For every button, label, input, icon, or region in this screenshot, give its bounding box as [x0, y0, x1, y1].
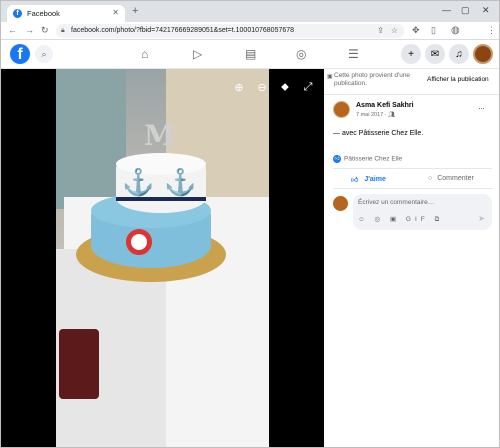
browser-toolbar: ← → ↻ 🔒︎ facebook.com/photo/?fbid=742176… — [1, 22, 499, 40]
maximize-icon[interactable]: ▢ — [461, 5, 470, 16]
facebook-header: f ⌕ ⌂ ▷ ▤ ◎ ☰ + ✉ ♫ — [1, 40, 499, 69]
back-icon[interactable]: ← — [8, 25, 17, 35]
post-date-text: 7 mai 2017 · — [356, 112, 389, 118]
emoji-icon[interactable]: ◎ — [374, 216, 384, 223]
lifebuoy-icon — [126, 229, 152, 255]
zoom-out-icon[interactable]: ⊖ — [254, 79, 270, 95]
sticker-icon[interactable]: ☺ — [358, 216, 369, 223]
menu-icon[interactable]: ☰ — [348, 47, 359, 61]
photo-viewer: ⚓ ⚓ M ⊕ ⊖ ⬥ ⤢ — [1, 69, 324, 447]
watch-icon[interactable]: ▷ — [193, 47, 202, 61]
browser-tab[interactable]: f Facebook ✕ — [7, 5, 125, 22]
zoom-in-icon[interactable]: ⊕ — [231, 79, 247, 95]
show-publication-link[interactable]: Afficher la publication — [427, 76, 489, 83]
friends-icon: 👥︎ — [388, 112, 396, 118]
divider — [333, 168, 492, 169]
home-icon[interactable]: ⌂ — [141, 47, 148, 61]
photo-cake-topper: M — [144, 119, 175, 152]
comment-icon: ○ — [428, 175, 433, 182]
like-reaction-icon: 👍︎ — [333, 155, 341, 163]
address-bar[interactable]: 🔒︎ facebook.com/photo/?fbid=742176669289… — [56, 24, 404, 38]
send-icon[interactable]: ➤ — [478, 214, 485, 223]
forward-icon[interactable]: → — [25, 25, 34, 35]
facebook-logo[interactable]: f — [10, 44, 30, 64]
sidebar-icon[interactable]: ▯ — [431, 25, 436, 36]
window-close-icon[interactable]: ✕ — [482, 5, 490, 16]
reload-icon[interactable]: ↻ — [41, 25, 49, 36]
tab-strip: f Facebook ✕ + — ▢ ✕ — [1, 1, 499, 22]
post-date[interactable]: 7 mai 2017 · 👥︎ — [356, 112, 395, 118]
info-icon: ▣ — [327, 74, 333, 80]
avatar-sticker-icon[interactable]: ⧉ — [435, 216, 444, 223]
commenter-avatar — [333, 196, 348, 211]
reactions-summary[interactable]: 👍︎ Pâtisserie Chez Elle — [333, 155, 402, 163]
like-label: J'aime — [364, 176, 386, 183]
comment-placeholder: Écrivez un commentaire… — [358, 199, 435, 206]
tab-close-icon[interactable]: ✕ — [112, 8, 119, 17]
search-icon[interactable]: ⌕ — [35, 45, 53, 63]
browser-menu-icon[interactable]: ⋮ — [487, 25, 496, 36]
messenger-icon[interactable]: ✉ — [425, 44, 445, 64]
photo-shop-logo — [59, 329, 99, 399]
like-button[interactable]: 👍︎ J'aime — [351, 175, 386, 184]
notifications-icon[interactable]: ♫ — [449, 44, 469, 64]
star-icon[interactable]: ☆ — [391, 24, 398, 38]
more-options-icon[interactable]: ··· — [478, 103, 485, 113]
camera-icon[interactable]: ▣ — [390, 216, 400, 223]
anchor-icon: ⚓ — [122, 167, 155, 197]
divider — [333, 188, 492, 189]
minimize-icon[interactable]: — — [442, 5, 451, 15]
photo-ribbon-band — [116, 197, 206, 201]
new-tab-icon[interactable]: + — [132, 5, 138, 17]
tag-icon[interactable]: ⬥ — [277, 79, 293, 95]
tab-title: Facebook — [27, 9, 60, 18]
like-icon: 👍︎ — [351, 177, 359, 184]
reaction-names: Pâtisserie Chez Elle — [344, 155, 403, 163]
facebook-favicon-icon: f — [13, 9, 22, 18]
author-name[interactable]: Asma Kefi Sakhri — [356, 102, 414, 109]
browser-profile-icon[interactable]: ◍ — [451, 25, 460, 36]
post-text: — avec Pâtisserie Chez Elle. — [333, 130, 424, 137]
marketplace-icon[interactable]: ▤ — [245, 47, 256, 61]
url-text: facebook.com/photo/?fbid=742176669289051… — [71, 27, 295, 34]
comment-label: Commenter — [437, 175, 474, 182]
groups-icon[interactable]: ◎ — [296, 47, 306, 61]
anchor-icon: ⚓ — [164, 167, 197, 197]
post-panel: ▣ Cette photo provient d'une publication… — [324, 69, 499, 447]
lock-icon: 🔒︎ — [61, 27, 65, 34]
account-avatar[interactable] — [473, 44, 493, 64]
share-icon[interactable]: ⇪ — [377, 24, 384, 38]
comment-button[interactable]: ○ Commenter — [428, 175, 474, 182]
cake-photo[interactable]: ⚓ ⚓ M — [56, 69, 269, 447]
comment-input[interactable]: Écrivez un commentaire… ☺ ◎ ▣ GIF ⧉ ➤ — [353, 194, 492, 230]
create-icon[interactable]: + — [401, 44, 421, 64]
fullscreen-icon[interactable]: ⤢ — [300, 79, 316, 95]
gif-icon[interactable]: GIF — [406, 216, 429, 223]
comment-tools: ☺ ◎ ▣ GIF ⧉ — [358, 215, 443, 224]
photo-source-notice: Cette photo provient d'une publication. — [334, 72, 411, 87]
extensions-icon[interactable]: ✥ — [412, 25, 420, 36]
divider — [324, 94, 499, 95]
browser-window: f Facebook ✕ + — ▢ ✕ ← → ↻ 🔒︎ facebook.c… — [0, 0, 500, 448]
author-avatar[interactable] — [333, 101, 350, 118]
